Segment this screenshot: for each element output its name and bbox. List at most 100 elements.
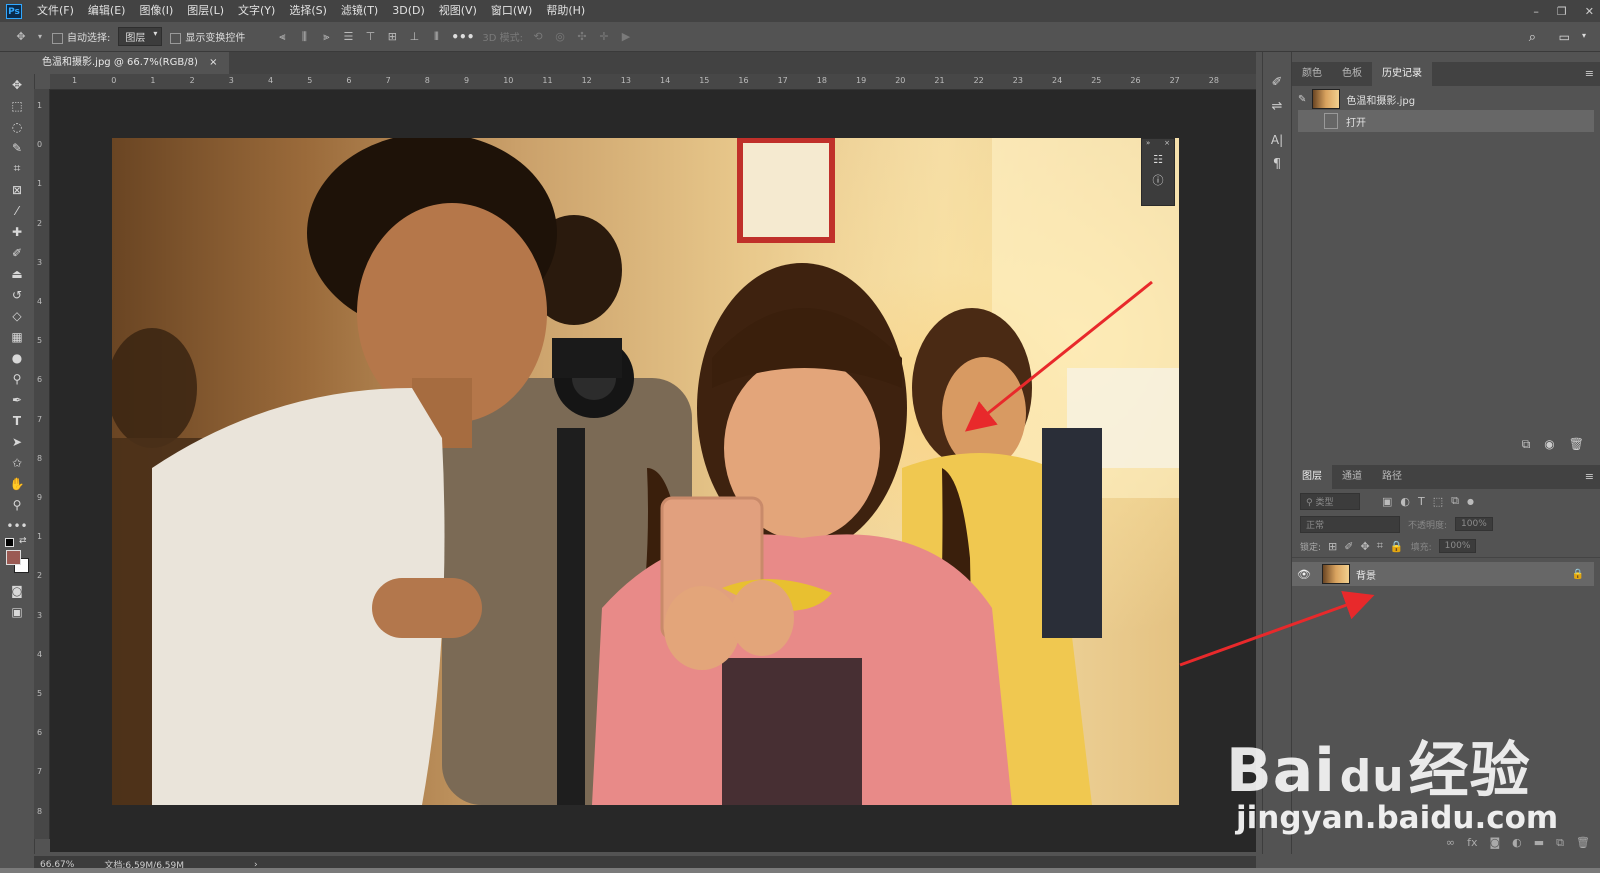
tab-color[interactable]: 颜色 — [1292, 62, 1332, 86]
lock-all-icon[interactable]: 🔒 — [1390, 540, 1404, 553]
panel-menu-icon[interactable]: ≡ — [1585, 62, 1594, 86]
tab-swatches[interactable]: 色板 — [1332, 62, 1372, 86]
camera-3d-icon[interactable]: ▶ — [619, 30, 633, 43]
close-button[interactable]: ✕ — [1585, 5, 1594, 18]
edit-toolbar-icon[interactable]: ••• — [0, 515, 34, 536]
distribute-vertical-icon[interactable]: ⫴ — [429, 30, 443, 43]
shape-tool-icon[interactable]: ✩ — [0, 452, 34, 473]
brush-tool-icon[interactable]: ✐ — [0, 242, 34, 263]
delete-layer-icon[interactable]: 🗑 — [1576, 836, 1590, 854]
layer-row[interactable]: 👁 背景 🔒 — [1292, 562, 1594, 586]
tab-layers[interactable]: 图层 — [1292, 465, 1332, 489]
workspace-icon[interactable]: ▭ — [1559, 30, 1570, 44]
gradient-tool-icon[interactable]: ▦ — [0, 326, 34, 347]
lasso-tool-icon[interactable]: ◌ — [0, 116, 34, 137]
filter-shape-icon[interactable]: ⬚ — [1433, 495, 1443, 508]
menu-image[interactable]: 图像(I) — [132, 0, 180, 22]
lock-transparency-icon[interactable]: ⊞ — [1328, 540, 1337, 553]
dodge-tool-icon[interactable]: ⚲ — [0, 368, 34, 389]
menu-view[interactable]: 视图(V) — [432, 0, 484, 22]
move-tool-icon[interactable]: ✥ — [0, 74, 34, 95]
more-options-button[interactable]: ••• — [451, 30, 474, 44]
show-transform-checkbox[interactable]: 显示变换控件 — [170, 29, 245, 44]
menu-file[interactable]: 文件(F) — [30, 0, 81, 22]
minimize-button[interactable]: – — [1533, 5, 1539, 18]
adjustments-icon[interactable]: ⇌ — [1263, 94, 1291, 118]
align-right-icon[interactable]: ⫸ — [319, 30, 333, 43]
auto-select-checkbox[interactable]: 自动选择: — [52, 29, 110, 44]
chevron-down-icon[interactable]: ▾ — [36, 31, 44, 43]
filter-adjustment-icon[interactable]: ◐ — [1400, 495, 1410, 508]
eraser-tool-icon[interactable]: ◇ — [0, 305, 34, 326]
pen-tool-icon[interactable]: ✒ — [0, 389, 34, 410]
new-snapshot-icon[interactable]: ◉ — [1544, 437, 1554, 457]
menu-filter[interactable]: 滤镜(T) — [334, 0, 385, 22]
align-top-icon[interactable]: ⊤ — [363, 30, 377, 43]
tab-history[interactable]: 历史记录 — [1372, 62, 1432, 86]
align-left-icon[interactable]: ⫷ — [275, 30, 289, 43]
marquee-tool-icon[interactable]: ⬚ — [0, 95, 34, 116]
menu-select[interactable]: 选择(S) — [282, 0, 334, 22]
chevron-down-icon[interactable]: ▾ — [1582, 31, 1586, 40]
document-tab[interactable]: 色温和摄影.jpg @ 66.7%(RGB/8) × — [34, 52, 230, 74]
properties-icon[interactable]: ☷ — [1142, 153, 1174, 166]
paragraph-icon[interactable]: ¶ — [1263, 152, 1291, 176]
lock-artboard-icon[interactable]: ⌗ — [1377, 539, 1383, 553]
tab-channels[interactable]: 通道 — [1332, 465, 1372, 489]
roll-3d-icon[interactable]: ◎ — [553, 30, 567, 43]
restore-button[interactable]: ❐ — [1557, 5, 1567, 18]
panel-menu-icon[interactable]: ≡ — [1585, 465, 1594, 489]
delete-icon[interactable]: 🗑 — [1569, 437, 1584, 457]
orbit-3d-icon[interactable]: ⟲ — [531, 30, 545, 43]
quick-mask-icon[interactable]: ◙ — [0, 580, 34, 601]
clone-stamp-tool-icon[interactable]: ⏏ — [0, 263, 34, 284]
menu-3d[interactable]: 3D(D) — [385, 0, 432, 22]
hand-tool-icon[interactable]: ✋ — [0, 473, 34, 494]
quick-select-tool-icon[interactable]: ✎ — [0, 137, 34, 158]
filter-pixel-icon[interactable]: ▣ — [1382, 495, 1392, 508]
path-select-tool-icon[interactable]: ➤ — [0, 431, 34, 452]
align-middle-icon[interactable]: ⊞ — [385, 30, 399, 43]
distribute-icon[interactable]: ☰ — [341, 30, 355, 43]
menu-window[interactable]: 窗口(W) — [484, 0, 539, 22]
menu-layer[interactable]: 图层(L) — [180, 0, 231, 22]
search-icon[interactable]: ⌕ — [1529, 30, 1536, 45]
menu-edit[interactable]: 编辑(E) — [81, 0, 133, 22]
default-colors-icon[interactable] — [5, 538, 14, 547]
opacity-input[interactable]: 100% — [1455, 517, 1493, 531]
lock-position-icon[interactable]: ✥ — [1360, 540, 1369, 553]
layer-style-icon[interactable]: fx — [1467, 836, 1477, 854]
pan-3d-icon[interactable]: ✣ — [575, 30, 589, 43]
fill-input[interactable]: 100% — [1438, 539, 1477, 553]
auto-select-dropdown[interactable]: 图层 ▾ — [118, 27, 163, 46]
new-fill-layer-icon[interactable]: ◐ — [1512, 836, 1522, 854]
filter-toggle-icon[interactable]: ● — [1467, 497, 1474, 506]
history-brush-tool-icon[interactable]: ↺ — [0, 284, 34, 305]
add-mask-icon[interactable]: ◙ — [1489, 836, 1500, 854]
tab-paths[interactable]: 路径 — [1372, 465, 1412, 489]
filter-type-icon[interactable]: T — [1418, 495, 1425, 508]
eyedropper-tool-icon[interactable]: ⁄ — [0, 200, 34, 221]
info-icon[interactable]: ⓘ — [1142, 172, 1174, 188]
lock-pixels-icon[interactable]: ✐ — [1344, 540, 1353, 553]
document-image[interactable]: » × ☷ ⓘ — [112, 138, 1179, 805]
crop-tool-icon[interactable]: ⌗ — [0, 158, 34, 179]
visibility-eye-icon[interactable]: 👁 — [1292, 568, 1316, 581]
align-center-icon[interactable]: ⫼ — [297, 30, 311, 43]
healing-brush-tool-icon[interactable]: ✚ — [0, 221, 34, 242]
align-bottom-icon[interactable]: ⊥ — [407, 30, 421, 43]
new-document-from-state-icon[interactable]: ⧉ — [1522, 437, 1531, 457]
type-tool-icon[interactable]: T — [0, 410, 34, 431]
frame-tool-icon[interactable]: ⊠ — [0, 179, 34, 200]
new-group-icon[interactable]: ▬ — [1534, 836, 1544, 854]
close-tab-button[interactable]: × — [209, 57, 217, 68]
blur-tool-icon[interactable]: ● — [0, 347, 34, 368]
screen-mode-icon[interactable]: ▣ — [0, 601, 34, 622]
brush-settings-icon[interactable]: ✐ — [1263, 70, 1291, 94]
zoom-tool-icon[interactable]: ⚲ — [0, 494, 34, 515]
character-icon[interactable]: A| — [1263, 128, 1291, 152]
collapse-icon[interactable]: » — [1146, 139, 1150, 149]
filter-smart-object-icon[interactable]: ⧉ — [1451, 494, 1459, 508]
link-layers-icon[interactable]: ∞ — [1446, 836, 1455, 854]
history-step[interactable]: 打开 — [1298, 110, 1594, 132]
